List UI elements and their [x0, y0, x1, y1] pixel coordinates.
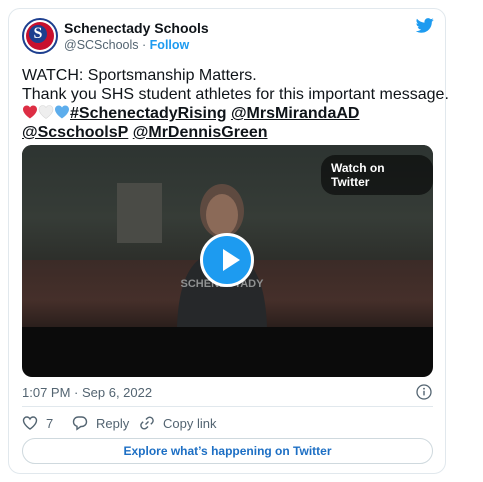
hashtag-link[interactable]: #SchenectadyRising — [70, 105, 227, 122]
tweet-line-4: @ScschoolsP @MrDennisGreen — [22, 123, 442, 142]
like-count: 7 — [46, 415, 54, 431]
tweet-line-2: Thank you SHS student athletes for this … — [22, 86, 449, 103]
play-button[interactable] — [200, 233, 254, 287]
separator-dot: · — [142, 38, 147, 52]
tweet-timestamp[interactable]: 1:07 PM · Sep 6, 2022 — [22, 385, 152, 400]
info-icon[interactable] — [416, 384, 432, 400]
video-player[interactable]: SCHENECTADY Watch on Twitter — [22, 145, 433, 377]
reply-icon — [72, 416, 88, 431]
divider — [22, 406, 433, 407]
like-button[interactable]: 7 — [22, 415, 53, 431]
reply-label: Reply — [96, 415, 130, 431]
play-icon — [223, 249, 240, 271]
heart-outline-icon — [22, 416, 38, 430]
twitter-bird-icon[interactable] — [416, 18, 434, 33]
mention-link-2[interactable]: @ScschoolsP — [22, 124, 128, 141]
watch-on-twitter-button[interactable]: Watch on Twitter — [321, 155, 433, 195]
video-press-box — [117, 183, 162, 243]
account-name[interactable]: Schenectady Schools — [64, 20, 209, 36]
tweet-line-1: WATCH: Sportsmanship Matters. — [22, 67, 257, 84]
explore-twitter-button[interactable]: Explore what’s happening on Twitter — [22, 438, 433, 464]
copy-link-button[interactable]: Copy link — [139, 415, 216, 431]
avatar[interactable]: S — [22, 18, 58, 54]
white-heart-icon — [38, 105, 54, 119]
avatar-letter: S — [29, 25, 47, 43]
red-heart-icon — [23, 105, 37, 119]
copy-link-label: Copy link — [163, 415, 217, 431]
reply-button[interactable]: Reply — [72, 415, 129, 431]
mention-link-1[interactable]: @MrsMirandaAD — [231, 105, 360, 122]
tweet-text: WATCH: Sportsmanship Matters. Thank you … — [22, 66, 449, 142]
link-icon — [140, 416, 154, 430]
tweet-line-3: #SchenectadyRising @MrsMirandaAD — [22, 104, 442, 123]
handle-row: @SCSchools · Follow — [64, 38, 189, 52]
blue-heart-icon — [55, 105, 69, 119]
mention-link-3[interactable]: @MrDennisGreen — [133, 124, 268, 141]
account-handle[interactable]: @SCSchools — [64, 38, 139, 52]
follow-button[interactable]: Follow — [150, 38, 190, 52]
